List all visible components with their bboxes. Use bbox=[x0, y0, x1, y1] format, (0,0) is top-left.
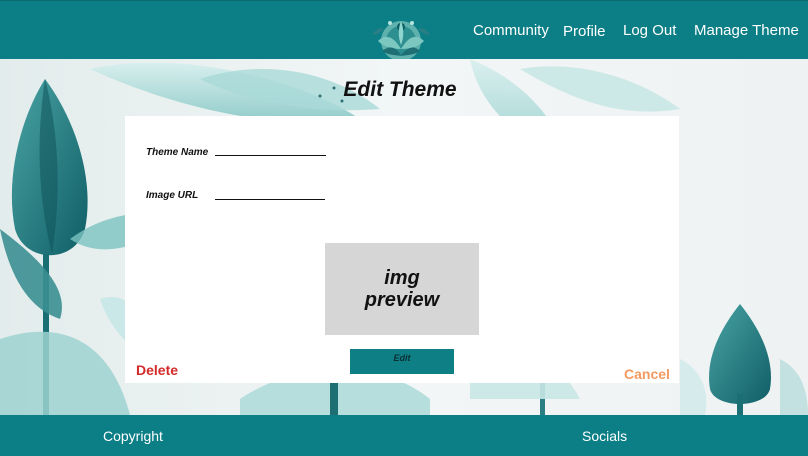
top-nav-bar: Community Profile Log Out Manage Theme bbox=[0, 0, 808, 61]
theme-name-label: Theme Name bbox=[146, 147, 209, 158]
delete-button[interactable]: Delete bbox=[136, 362, 178, 378]
lotus-logo-icon[interactable] bbox=[368, 15, 434, 61]
page-title: Edit Theme bbox=[343, 78, 457, 101]
footer-copyright: Copyright bbox=[103, 428, 163, 444]
preview-text-line2: preview bbox=[364, 289, 440, 311]
image-preview: img preview bbox=[325, 243, 479, 335]
cancel-button[interactable]: Cancel bbox=[624, 366, 670, 382]
theme-name-input[interactable] bbox=[215, 155, 326, 156]
edit-theme-card: Theme Name Image URL img preview Edit De… bbox=[125, 116, 679, 383]
preview-text-line1: img bbox=[384, 267, 420, 289]
nav-community[interactable]: Community bbox=[473, 22, 549, 39]
nav-logout[interactable]: Log Out bbox=[623, 22, 676, 39]
nav-profile[interactable]: Profile bbox=[563, 23, 606, 40]
footer-bar: Copyright Socials bbox=[0, 415, 808, 456]
image-url-input[interactable] bbox=[215, 199, 325, 200]
footer-socials[interactable]: Socials bbox=[582, 428, 627, 444]
image-url-label: Image URL bbox=[146, 190, 199, 201]
nav-manage-theme[interactable]: Manage Theme bbox=[694, 22, 799, 39]
edit-button[interactable]: Edit bbox=[350, 349, 454, 374]
